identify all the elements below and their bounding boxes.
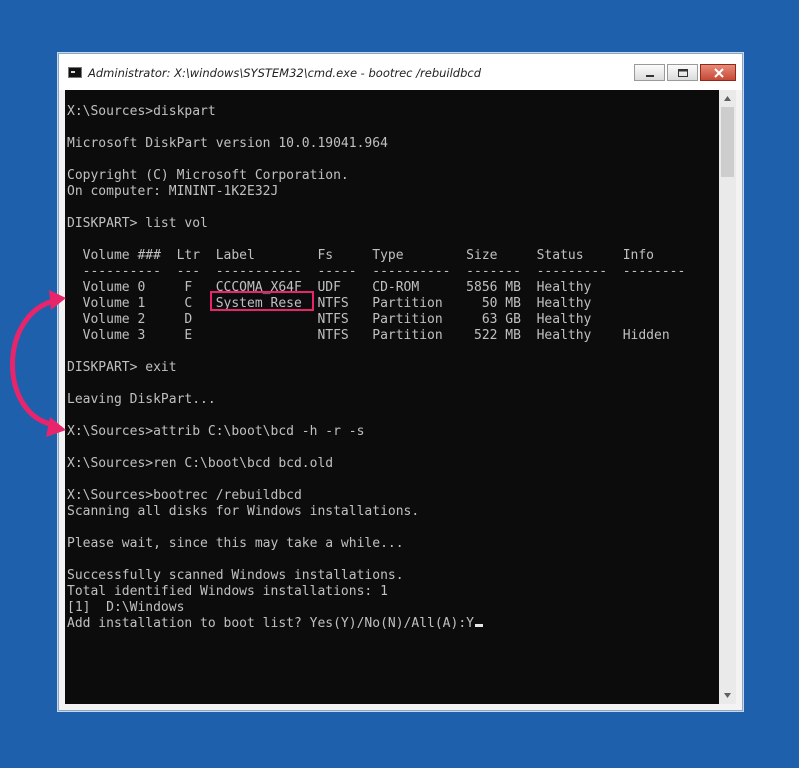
curved-arrow-icon (10, 290, 66, 437)
